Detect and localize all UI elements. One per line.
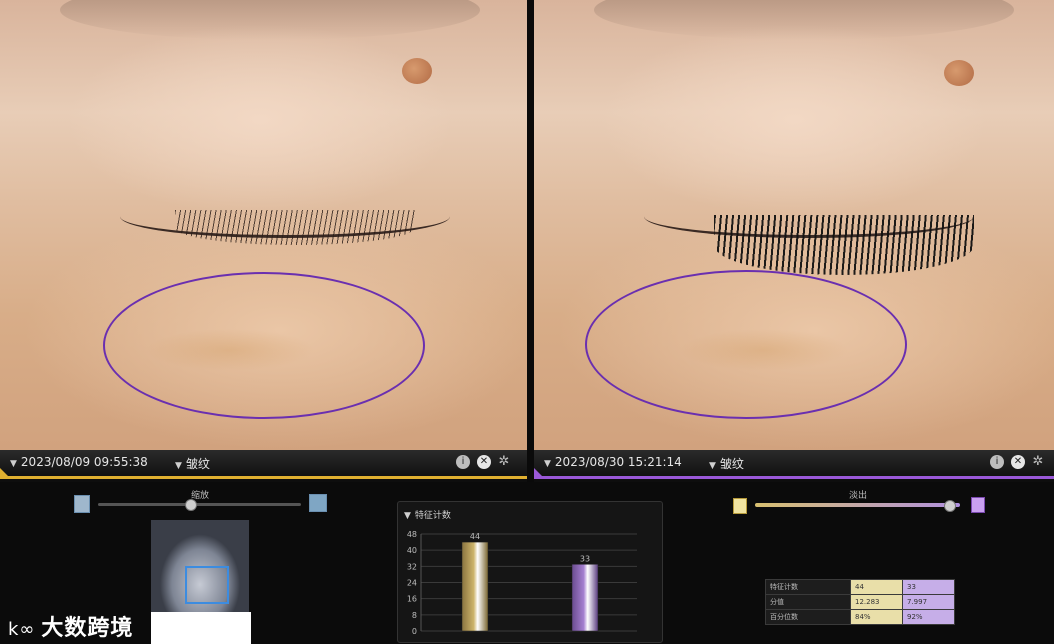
fade-slider-knob[interactable] [944,500,956,512]
stats-table: 特征计数 44 33 分值 12.283 7.997 百分位数 84% 92% [765,579,955,625]
bar [571,564,599,632]
table-row: 分值 12.283 7.997 [765,594,955,610]
feature-count-chart: 48 40 32 24 16 8 0 44 33 [407,530,637,636]
date-selector-right[interactable]: ▼ 2023/08/30 15:21:14 [544,455,682,469]
logo-mark-icon: k∞ [8,619,36,640]
fade-label: 淡出 [848,491,867,501]
mode-selector-left[interactable]: ▼ 皱纹 [175,455,210,472]
before-color-swatch-icon[interactable] [733,498,747,514]
settings-icon[interactable]: ✲ [1031,455,1045,469]
info-icon[interactable]: i [456,455,470,469]
info-icon[interactable]: i [990,455,1004,469]
row-label: 特征计数 [765,579,851,595]
left-accent-corner [0,468,8,476]
left-pane-toolbar: ▼ 2023/08/09 09:55:38 ▼ 皱纹 i ✕ ✲ [0,450,527,479]
row-label: 百分位数 [765,609,851,625]
logo-text: 大数跨境 [41,616,134,641]
mode-selector-right[interactable]: ▼ 皱纹 [709,455,744,472]
right-image-pane[interactable] [534,0,1054,450]
close-icon[interactable]: ✕ [477,455,491,469]
dropdown-triangle-icon: ▼ [709,461,716,471]
value-after: 33 [902,579,955,595]
value-before: 84% [850,609,903,625]
zoom-slider-knob[interactable] [185,499,197,511]
eyelashes [175,210,415,245]
fade-slider-track[interactable] [755,503,960,507]
brand-logo: k∞ 大数跨境 [8,610,133,642]
y-tick-label: 0 [412,627,417,636]
dropdown-triangle-icon: ▼ [175,461,182,471]
zoom-region-box[interactable] [185,566,229,604]
mode-right: 皱纹 [719,457,744,471]
value-before: 12.283 [850,594,903,610]
y-tick-label: 48 [407,530,417,539]
bar [461,541,489,632]
zoom-in-eye-icon[interactable] [309,494,327,512]
bar-value-label: 33 [580,554,590,563]
mode-left: 皱纹 [185,457,210,471]
value-after: 92% [902,609,955,625]
left-image-pane[interactable] [0,0,527,450]
y-tick-label: 16 [407,595,417,604]
y-tick-label: 8 [412,611,417,620]
after-color-swatch-icon[interactable] [971,497,985,513]
value-before: 44 [850,579,903,595]
timestamp-right: 2023/08/30 15:21:14 [554,455,682,469]
value-after: 7.997 [902,594,955,610]
mole-spot [944,60,974,86]
bar-value-label: 44 [470,532,480,541]
thumbnail-blank-area [151,612,251,644]
table-row: 百分位数 84% 92% [765,609,955,625]
right-pane-toolbar: ▼ 2023/08/30 15:21:14 ▼ 皱纹 i ✕ ✲ [534,450,1054,479]
row-label: 分值 [765,594,851,610]
settings-icon[interactable]: ✲ [497,455,511,469]
y-tick-label: 40 [407,546,417,555]
date-selector-left[interactable]: ▼ 2023/08/09 09:55:38 [10,455,148,469]
zoom-label: 缩放 [190,491,209,501]
pane-divider[interactable] [527,0,534,482]
y-tick-label: 24 [407,579,417,588]
zoom-out-face-icon[interactable] [74,495,90,513]
close-icon[interactable]: ✕ [1011,455,1025,469]
dropdown-triangle-icon: ▼ [544,459,551,469]
roi-ellipse-right[interactable] [585,270,907,419]
mole-spot [402,58,432,84]
timestamp-left: 2023/08/09 09:55:38 [20,455,148,469]
roi-ellipse-left[interactable] [103,272,425,419]
table-row: 特征计数 44 33 [765,579,955,595]
right-accent-corner [534,468,542,476]
y-tick-label: 32 [407,562,417,571]
eyelashes-mascara [714,215,974,275]
dropdown-triangle-icon: ▼ [10,459,17,469]
zoom-slider-track[interactable] [98,503,301,506]
